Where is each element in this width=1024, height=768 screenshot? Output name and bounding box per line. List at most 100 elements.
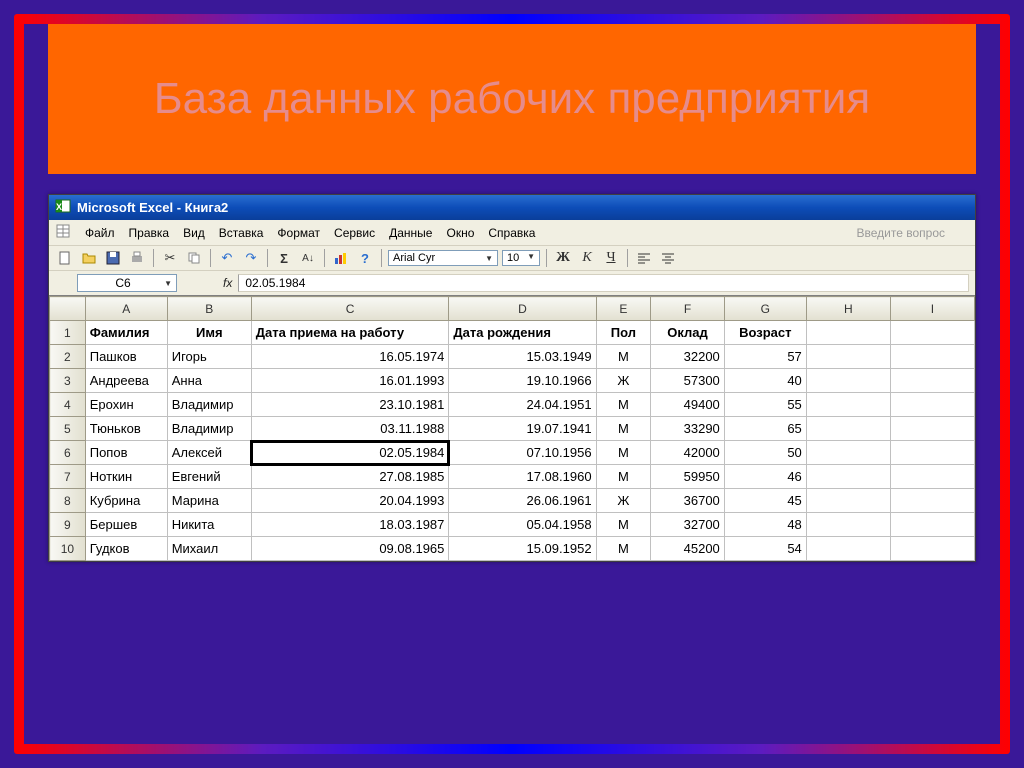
- cell[interactable]: [806, 441, 890, 465]
- redo-icon[interactable]: ↷: [241, 248, 261, 268]
- row-header[interactable]: 1: [50, 321, 86, 345]
- cell[interactable]: 16.01.1993: [251, 369, 449, 393]
- cell[interactable]: Оклад: [651, 321, 725, 345]
- cell[interactable]: 15.09.1952: [449, 537, 596, 561]
- cell[interactable]: 05.04.1958: [449, 513, 596, 537]
- col-header-D[interactable]: D: [449, 297, 596, 321]
- cell[interactable]: 59950: [651, 465, 725, 489]
- menu-data[interactable]: Данные: [389, 226, 432, 240]
- cell[interactable]: 18.03.1987: [251, 513, 449, 537]
- help-search-input[interactable]: Введите вопрос: [857, 226, 970, 240]
- menu-help[interactable]: Справка: [488, 226, 535, 240]
- cell[interactable]: [806, 369, 890, 393]
- cell[interactable]: [890, 441, 974, 465]
- new-icon[interactable]: [55, 248, 75, 268]
- menu-file[interactable]: Файл: [85, 226, 115, 240]
- cell[interactable]: [806, 393, 890, 417]
- font-size-combo[interactable]: 10 ▼: [502, 250, 540, 266]
- cell[interactable]: М: [596, 441, 651, 465]
- cell[interactable]: М: [596, 513, 651, 537]
- select-all-corner[interactable]: [50, 297, 86, 321]
- cell[interactable]: 24.04.1951: [449, 393, 596, 417]
- cell[interactable]: Владимир: [167, 417, 251, 441]
- cell[interactable]: Бершев: [85, 513, 167, 537]
- italic-button[interactable]: К: [577, 248, 597, 268]
- cell[interactable]: 65: [724, 417, 806, 441]
- autosum-icon[interactable]: Σ: [274, 248, 294, 268]
- cell[interactable]: Владимир: [167, 393, 251, 417]
- print-icon[interactable]: [127, 248, 147, 268]
- row-header[interactable]: 6: [50, 441, 86, 465]
- undo-icon[interactable]: ↶: [217, 248, 237, 268]
- row-header[interactable]: 8: [50, 489, 86, 513]
- cell[interactable]: 27.08.1985: [251, 465, 449, 489]
- cell[interactable]: [890, 513, 974, 537]
- cell[interactable]: [806, 513, 890, 537]
- cell[interactable]: 45: [724, 489, 806, 513]
- menu-window[interactable]: Окно: [446, 226, 474, 240]
- cell[interactable]: 54: [724, 537, 806, 561]
- cell[interactable]: Анна: [167, 369, 251, 393]
- cell[interactable]: Пол: [596, 321, 651, 345]
- row-header[interactable]: 9: [50, 513, 86, 537]
- menu-edit[interactable]: Правка: [129, 226, 170, 240]
- cell[interactable]: Гудков: [85, 537, 167, 561]
- cell[interactable]: 02.05.1984: [251, 441, 449, 465]
- open-icon[interactable]: [79, 248, 99, 268]
- col-header-G[interactable]: G: [724, 297, 806, 321]
- cell[interactable]: 32700: [651, 513, 725, 537]
- cut-icon[interactable]: ✂: [160, 248, 180, 268]
- cell[interactable]: Марина: [167, 489, 251, 513]
- cell[interactable]: [890, 345, 974, 369]
- col-header-I[interactable]: I: [890, 297, 974, 321]
- cell[interactable]: 57300: [651, 369, 725, 393]
- font-name-combo[interactable]: Arial Cyr ▼: [388, 250, 498, 266]
- row-header[interactable]: 5: [50, 417, 86, 441]
- col-header-A[interactable]: A: [85, 297, 167, 321]
- col-header-F[interactable]: F: [651, 297, 725, 321]
- cell[interactable]: М: [596, 537, 651, 561]
- cell[interactable]: 42000: [651, 441, 725, 465]
- cell[interactable]: Возраст: [724, 321, 806, 345]
- cell[interactable]: 16.05.1974: [251, 345, 449, 369]
- cell[interactable]: Попов: [85, 441, 167, 465]
- cell[interactable]: 33290: [651, 417, 725, 441]
- cell[interactable]: Тюньков: [85, 417, 167, 441]
- cell[interactable]: Имя: [167, 321, 251, 345]
- cell[interactable]: 26.06.1961: [449, 489, 596, 513]
- menu-insert[interactable]: Вставка: [219, 226, 264, 240]
- cell[interactable]: [806, 417, 890, 441]
- cell[interactable]: 19.10.1966: [449, 369, 596, 393]
- cell[interactable]: 49400: [651, 393, 725, 417]
- row-header[interactable]: 10: [50, 537, 86, 561]
- cell[interactable]: [806, 321, 890, 345]
- chart-icon[interactable]: [331, 248, 351, 268]
- cell[interactable]: Алексей: [167, 441, 251, 465]
- fx-icon[interactable]: fx: [223, 276, 232, 290]
- cell[interactable]: Ж: [596, 489, 651, 513]
- align-left-icon[interactable]: [634, 248, 654, 268]
- col-header-B[interactable]: B: [167, 297, 251, 321]
- bold-button[interactable]: Ж: [553, 248, 573, 268]
- save-icon[interactable]: [103, 248, 123, 268]
- menu-view[interactable]: Вид: [183, 226, 205, 240]
- cell[interactable]: М: [596, 417, 651, 441]
- cell[interactable]: [890, 489, 974, 513]
- help-icon[interactable]: ?: [355, 248, 375, 268]
- cell[interactable]: М: [596, 393, 651, 417]
- cell[interactable]: Игорь: [167, 345, 251, 369]
- cell[interactable]: 48: [724, 513, 806, 537]
- cell[interactable]: [806, 537, 890, 561]
- cell[interactable]: [890, 393, 974, 417]
- col-header-E[interactable]: E: [596, 297, 651, 321]
- cell[interactable]: Фамилия: [85, 321, 167, 345]
- cell[interactable]: [806, 345, 890, 369]
- cell[interactable]: [806, 465, 890, 489]
- cell[interactable]: 45200: [651, 537, 725, 561]
- cell[interactable]: Ерохин: [85, 393, 167, 417]
- cell[interactable]: 32200: [651, 345, 725, 369]
- cell[interactable]: [890, 369, 974, 393]
- cell[interactable]: 15.03.1949: [449, 345, 596, 369]
- cell[interactable]: 20.04.1993: [251, 489, 449, 513]
- name-box[interactable]: C6 ▼: [77, 274, 177, 292]
